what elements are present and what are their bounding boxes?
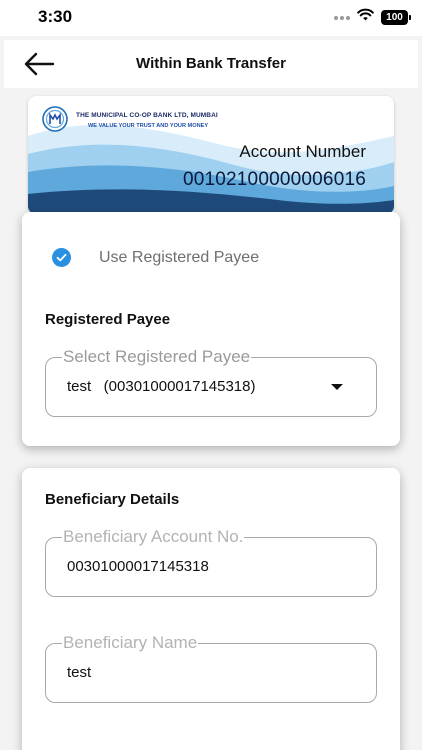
registered-payee-heading: Registered Payee: [45, 311, 171, 328]
wifi-icon: [357, 8, 374, 26]
beneficiary-account-label: Beneficiary Account No.: [62, 527, 245, 547]
dots-icon: [334, 8, 350, 26]
status-icons: 100: [334, 8, 411, 26]
registered-payee-select-label: Select Registered Payee: [62, 347, 252, 367]
caret-down-icon: [331, 384, 343, 390]
bank-tagline: WE VALUE YOUR TRUST AND YOUR MONEY: [88, 123, 209, 129]
beneficiary-name-label: Beneficiary Name: [62, 633, 199, 653]
screen: 3:30 100 Within Bank Transfer THE MUNICI…: [0, 0, 422, 750]
registered-payee-select[interactable]: Select Registered Payee test (0030100001…: [45, 347, 377, 417]
status-bar: 3:30 100: [0, 0, 422, 36]
registered-payee-panel: Use Registered Payee Registered Payee Se…: [22, 212, 400, 446]
beneficiary-details-heading: Beneficiary Details: [45, 491, 180, 508]
beneficiary-account-value: 00301000017145318: [67, 558, 209, 575]
beneficiary-account-field[interactable]: Beneficiary Account No. 0030100001714531…: [45, 527, 377, 597]
registered-payee-select-value: test (00301000017145318): [67, 378, 256, 395]
beneficiary-details-panel: Beneficiary Details Beneficiary Account …: [22, 468, 400, 750]
app-header: Within Bank Transfer: [4, 40, 418, 88]
page-title: Within Bank Transfer: [136, 55, 286, 72]
account-number-label: Account Number: [239, 142, 366, 161]
use-registered-payee-label: Use Registered Payee: [99, 249, 260, 266]
account-number-value: 00102100000006016: [182, 169, 366, 190]
beneficiary-name-value: test: [67, 664, 92, 681]
account-card: THE MUNICIPAL CO-OP BANK LTD, MUMBAI WE …: [28, 96, 394, 214]
battery-icon: 100: [381, 9, 411, 25]
use-registered-payee-checkbox[interactable]: [52, 248, 71, 267]
status-time: 3:30: [38, 7, 73, 26]
beneficiary-name-field[interactable]: Beneficiary Name test: [45, 633, 377, 703]
bank-name: THE MUNICIPAL CO-OP BANK LTD, MUMBAI: [76, 112, 218, 119]
bank-logo-icon: [42, 106, 68, 132]
